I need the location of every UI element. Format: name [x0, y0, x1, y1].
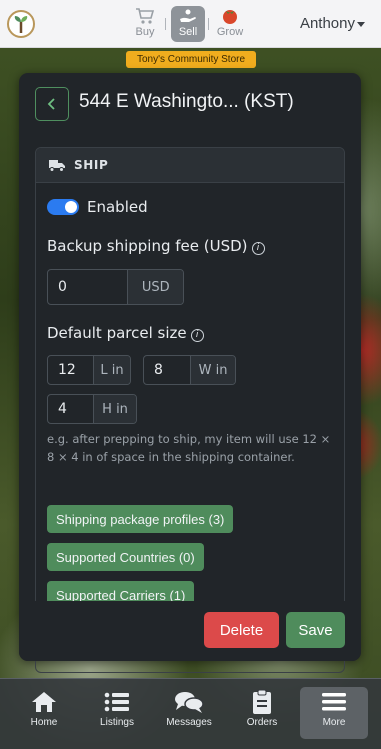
- bottom-nav-more-label: More: [322, 717, 346, 728]
- nav-buy[interactable]: Buy: [128, 6, 162, 42]
- user-menu[interactable]: Anthony: [300, 15, 355, 32]
- width-input[interactable]: 8: [144, 356, 190, 384]
- backup-fee-input[interactable]: 0: [48, 270, 127, 304]
- ship-section-header: SHIP: [36, 148, 344, 183]
- ship-section-label: SHIP: [74, 158, 109, 172]
- ship-section: SHIP Enabled Backup shipping fee (USD) i …: [35, 147, 345, 673]
- nav-sell-label: Sell: [178, 26, 198, 38]
- menu-icon: [321, 687, 347, 717]
- length-field[interactable]: 12 L in: [47, 355, 131, 385]
- backup-fee-field[interactable]: 0 USD: [47, 269, 184, 305]
- parcel-size-label-text: Default parcel size: [47, 324, 187, 342]
- cart-icon: [135, 6, 155, 26]
- height-unit: H in: [93, 395, 136, 423]
- height-input[interactable]: 4: [48, 395, 93, 423]
- shipping-package-profiles-button[interactable]: Shipping package profiles (3): [47, 505, 234, 533]
- sprout-logo-icon: [14, 16, 28, 33]
- chat-icon: [174, 687, 204, 717]
- hand-seed-icon: [178, 6, 198, 26]
- width-unit: W in: [190, 356, 235, 384]
- height-field[interactable]: 4 H in: [47, 394, 137, 424]
- top-header: Buy Sell Grow Anthony: [0, 0, 381, 48]
- length-unit: L in: [93, 356, 130, 384]
- parcel-help-text: e.g. after prepping to ship, my item wil…: [47, 432, 331, 464]
- info-icon[interactable]: i: [251, 242, 265, 255]
- bottom-nav-orders[interactable]: Orders: [228, 687, 296, 739]
- backup-fee-label: Backup shipping fee (USD) i: [47, 237, 265, 255]
- nav-grow[interactable]: Grow: [213, 6, 247, 42]
- delete-button[interactable]: Delete: [204, 612, 279, 648]
- clipboard-icon: [252, 687, 272, 717]
- bottom-nav-messages[interactable]: Messages: [155, 687, 223, 739]
- back-button[interactable]: [35, 87, 69, 121]
- nav-sell[interactable]: Sell: [171, 6, 205, 42]
- list-icon: [104, 687, 130, 717]
- tomato-icon: [220, 6, 240, 26]
- location-card: 544 E Washingto... (KST) SHIP Enabled Ba…: [19, 73, 361, 673]
- app-logo[interactable]: [7, 10, 35, 38]
- store-badge[interactable]: Tony's Community Store: [126, 51, 256, 68]
- backup-fee-label-text: Backup shipping fee (USD): [47, 237, 248, 255]
- save-button[interactable]: Save: [286, 612, 345, 648]
- chevron-down-icon[interactable]: [357, 22, 365, 27]
- card-actions: Delete Save: [19, 601, 361, 661]
- chevron-left-icon: [47, 98, 55, 110]
- supported-countries-button[interactable]: Supported Countries (0): [47, 543, 204, 571]
- enabled-toggle[interactable]: [47, 199, 79, 215]
- bottom-nav-more[interactable]: More: [300, 687, 368, 739]
- nav-grow-label: Grow: [216, 26, 244, 38]
- bottom-nav-home-label: Home: [30, 717, 58, 728]
- truck-icon: [49, 160, 65, 172]
- bottom-nav-orders-label: Orders: [246, 717, 278, 728]
- bottom-nav-listings-label: Listings: [100, 717, 134, 728]
- nav-buy-label: Buy: [135, 26, 155, 38]
- backup-fee-unit: USD: [127, 270, 183, 304]
- bottom-nav-messages-label: Messages: [166, 717, 212, 728]
- bottom-nav-home[interactable]: Home: [10, 687, 78, 739]
- bottom-nav-listings[interactable]: Listings: [83, 687, 151, 739]
- width-field[interactable]: 8 W in: [143, 355, 236, 385]
- page-title: 544 E Washingto... (KST): [79, 91, 294, 112]
- bottom-navigation: Home Listings Messages Orders More: [0, 678, 381, 749]
- parcel-size-label: Default parcel size i: [47, 324, 204, 342]
- home-icon: [30, 687, 58, 717]
- length-input[interactable]: 12: [48, 356, 93, 384]
- info-icon[interactable]: i: [190, 329, 204, 342]
- enabled-label: Enabled: [87, 198, 148, 216]
